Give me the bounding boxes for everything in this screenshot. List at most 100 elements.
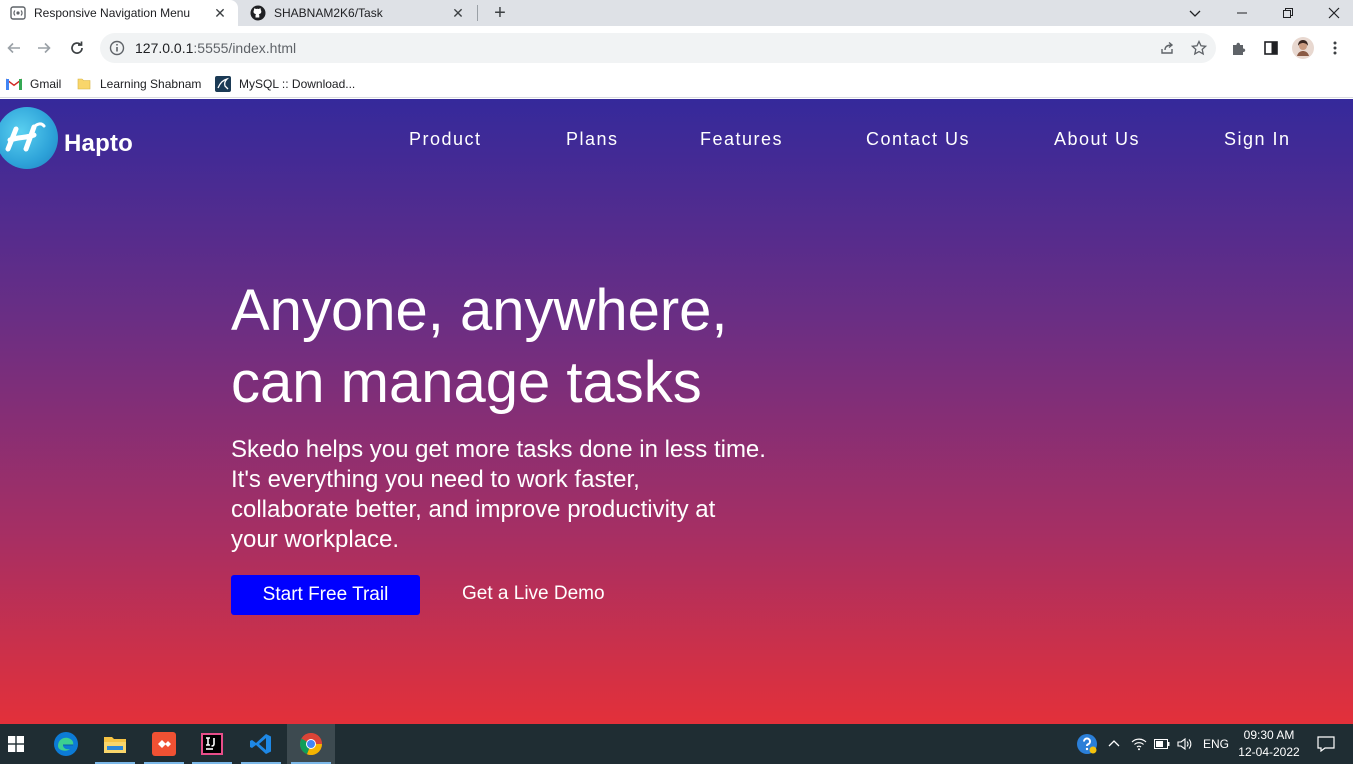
side-panel-button[interactable] [1256, 33, 1286, 63]
forward-button[interactable] [32, 36, 56, 60]
close-tab-icon[interactable]: ✕ [212, 5, 228, 21]
battery-tray-button[interactable] [1151, 724, 1173, 764]
arrow-right-icon [38, 42, 51, 54]
battery-icon [1154, 739, 1170, 749]
notification-icon [1317, 736, 1335, 752]
hero-subtitle-line-4: your workplace. [231, 526, 400, 553]
close-tab-icon[interactable]: ✕ [450, 5, 466, 21]
browser-toolbar: 127.0.0.1:5555/index.html [0, 26, 1353, 70]
bookmark-mysql[interactable]: MySQL :: Download... [215, 74, 355, 94]
url-path: :5555/index.html [193, 40, 297, 56]
hero-title-line-1: Anyone, anywhere, [231, 278, 728, 343]
extensions-button[interactable] [1224, 33, 1254, 63]
avatar [1292, 37, 1314, 59]
share-button[interactable] [1152, 33, 1182, 63]
clock-time: 09:30 AM [1243, 728, 1295, 742]
mysql-icon [215, 76, 231, 92]
restore-icon [1283, 8, 1293, 18]
close-icon [1328, 7, 1340, 19]
star-icon [1191, 40, 1207, 56]
bookmark-label: Learning Shabnam [100, 77, 202, 91]
hero-subtitle: Skedo helps you get more tasks done in l… [231, 435, 811, 555]
start-free-trail-button[interactable]: Start Free Trail [231, 575, 420, 615]
edge-icon [54, 732, 78, 756]
nav-sign-in[interactable]: Sign In [1224, 129, 1291, 150]
address-bar[interactable]: 127.0.0.1:5555/index.html [100, 33, 1216, 63]
bookmark-label: MySQL :: Download... [239, 77, 356, 91]
taskbar-chrome[interactable] [287, 724, 335, 764]
folder-icon [104, 737, 126, 753]
minimize-icon [1237, 12, 1247, 14]
logo[interactable] [0, 107, 58, 169]
system-clock[interactable]: 09:30 AM 12-04-2022 [1236, 727, 1302, 761]
github-icon [250, 5, 266, 21]
side-panel-icon [1264, 41, 1278, 55]
start-button[interactable] [0, 724, 40, 764]
new-tab-button[interactable]: + [489, 3, 511, 23]
menu-button[interactable] [1320, 33, 1350, 63]
bookmark-learning-shabnam[interactable]: Learning Shabnam [76, 74, 201, 94]
chrome-icon [299, 733, 323, 756]
url-text: 127.0.0.1:5555/index.html [135, 40, 296, 56]
gmail-icon [6, 76, 22, 92]
brand-name[interactable]: Hapto [64, 130, 133, 158]
info-icon[interactable] [109, 40, 125, 56]
wifi-icon [1131, 738, 1147, 751]
url-host: 127.0.0.1 [135, 40, 194, 56]
git-icon [152, 732, 176, 756]
taskbar-intellij[interactable] [188, 724, 236, 764]
taskbar-edge[interactable] [42, 724, 90, 764]
taskbar: ENG 09:30 AM 12-04-2022 [0, 724, 1353, 764]
help-icon [1077, 734, 1097, 754]
bookmark-label: Gmail [30, 77, 62, 91]
tab-title: SHABNAM2K6/Task [274, 6, 383, 20]
vscode-icon [250, 734, 271, 754]
tab-search-button[interactable] [1172, 0, 1218, 26]
hero-subtitle-line-1: Skedo helps you get more tasks done in l… [231, 436, 766, 463]
taskbar-vscode[interactable] [237, 724, 285, 764]
hero-subtitle-line-3: collaborate better, and improve producti… [231, 496, 716, 523]
bookmark-gmail[interactable]: Gmail [6, 74, 61, 94]
help-tray-button[interactable] [1074, 724, 1100, 764]
nav-product[interactable]: Product [409, 129, 482, 150]
profile-button[interactable] [1288, 33, 1318, 63]
hero-subtitle-line-2: It's everything you need to work faster, [231, 466, 640, 493]
nav-features[interactable]: Features [700, 129, 783, 150]
reload-button[interactable] [65, 36, 89, 60]
nav-contact-us[interactable]: Contact Us [866, 129, 970, 150]
chevron-down-icon [1189, 10, 1201, 17]
volume-tray-button[interactable] [1174, 724, 1196, 764]
bookmarks-bar: Gmail Learning Shabnam MySQL :: Download… [0, 70, 1353, 98]
share-icon [1161, 41, 1174, 54]
tab-title: Responsive Navigation Menu [34, 6, 191, 20]
hero-page: Hapto Product Plans Features Contact Us … [0, 99, 1353, 724]
nav-about-us[interactable]: About Us [1054, 129, 1140, 150]
hero-title-line-2: can manage tasks [231, 350, 702, 415]
intellij-icon [201, 733, 223, 755]
clock-date: 12-04-2022 [1238, 745, 1300, 759]
network-tray-button[interactable] [1128, 724, 1150, 764]
broadcast-icon [10, 5, 26, 21]
close-window-button[interactable] [1311, 0, 1353, 26]
notifications-button[interactable] [1306, 724, 1346, 764]
input-language[interactable]: ENG [1198, 724, 1234, 764]
tab-separator [477, 5, 478, 21]
nav-plans[interactable]: Plans [566, 129, 619, 150]
tab-responsive-navigation[interactable]: Responsive Navigation Menu ✕ [0, 0, 238, 26]
restore-button[interactable] [1265, 0, 1311, 26]
live-demo-link[interactable]: Get a Live Demo [462, 583, 605, 605]
reload-icon [71, 41, 83, 54]
back-button[interactable] [2, 36, 26, 60]
minimize-button[interactable] [1219, 0, 1265, 26]
show-hidden-icons-button[interactable] [1104, 724, 1124, 764]
taskbar-file-explorer[interactable] [91, 724, 139, 764]
taskbar-git-app[interactable] [140, 724, 188, 764]
tab-github-task[interactable]: SHABNAM2K6/Task ✕ [240, 0, 476, 26]
hero-title: Anyone, anywhere, can manage tasks [231, 275, 931, 419]
windows-icon [8, 736, 24, 752]
speaker-icon [1177, 737, 1192, 751]
folder-icon [76, 76, 92, 92]
bookmark-star-button[interactable] [1184, 33, 1214, 63]
arrow-left-icon [7, 42, 20, 54]
puzzle-icon [1233, 42, 1246, 55]
